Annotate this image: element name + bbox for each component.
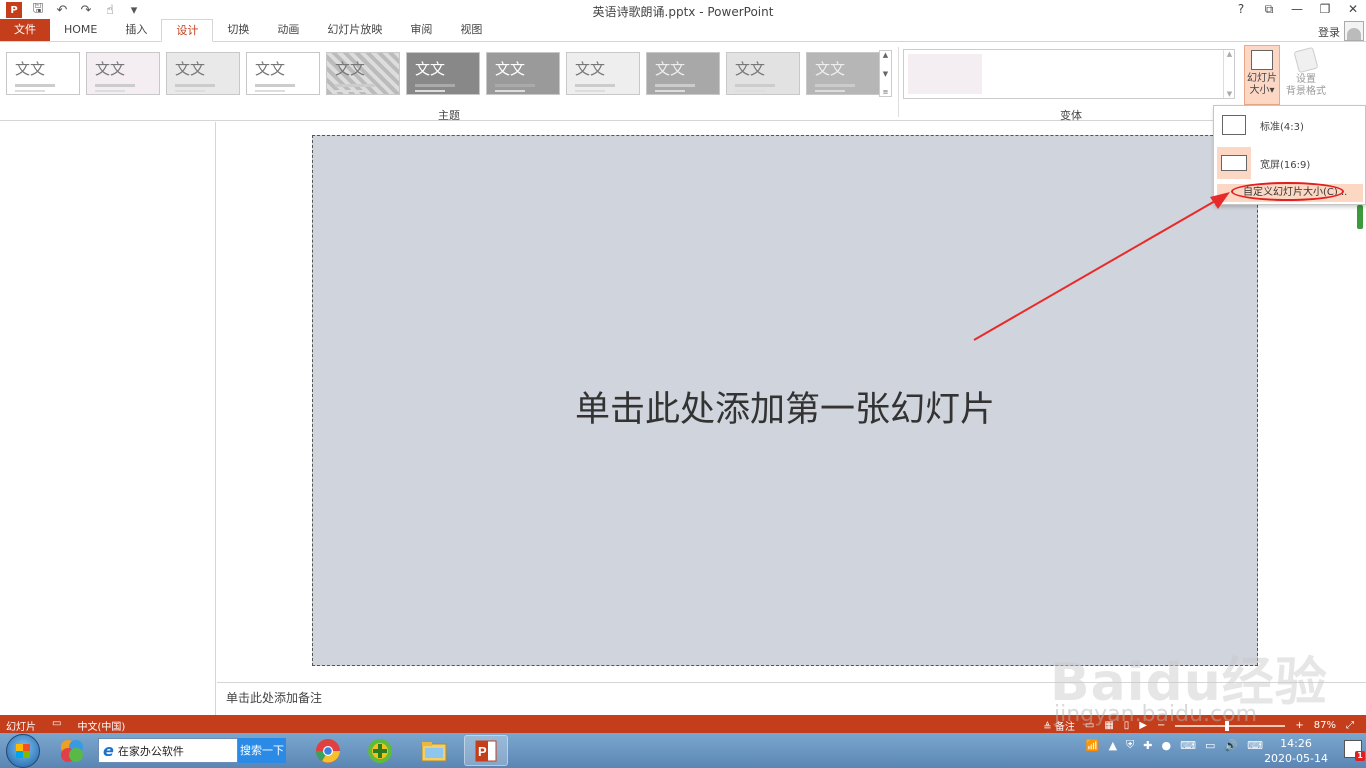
ribbon-tabs: 文件 HOME 插入 设计 切换 动画 幻灯片放映 审阅 视图 (0, 19, 1366, 42)
wifi-icon[interactable]: 📶 (1086, 739, 1100, 752)
title-bar: P 🖫 ↶ ↷ ☝ ▾ 英语诗歌朗诵.pptx - PowerPoint ? ⧉… (0, 0, 1366, 20)
search-button[interactable]: 搜索一下 (238, 738, 286, 763)
reading-view-icon[interactable]: ▯ (1124, 720, 1130, 731)
close-button[interactable]: ✕ (1346, 2, 1360, 17)
theme-thumbnail[interactable]: 文文 (406, 52, 480, 95)
normal-view-icon[interactable]: ▭ (1085, 720, 1094, 731)
variants-gallery-scroll[interactable]: ▲ ▼ (1223, 50, 1235, 98)
minimize-button[interactable]: — (1290, 2, 1304, 17)
standard-size-icon (1222, 115, 1246, 135)
volume-icon[interactable]: 🔊 (1224, 739, 1238, 752)
fit-slide-icon[interactable]: ⤢ (1346, 720, 1354, 731)
tab-home[interactable]: HOME (50, 19, 111, 41)
ie-icon: e (103, 741, 114, 760)
network-icon[interactable]: ▭ (1205, 739, 1215, 752)
restore-button[interactable]: ❐ (1318, 2, 1332, 17)
theme-thumbnail[interactable]: 文文 (806, 52, 880, 95)
scroll-indicator[interactable] (1357, 205, 1363, 229)
themes-group-label: 主题 (438, 109, 460, 122)
group-divider (898, 47, 899, 117)
pinwheel-app-icon[interactable] (50, 735, 94, 766)
chrome-icon[interactable] (306, 735, 350, 766)
zoom-slider[interactable] (1175, 720, 1286, 731)
svg-text:P: P (478, 744, 487, 759)
help-button[interactable]: ? (1234, 2, 1248, 17)
show-hidden-icon[interactable]: ▲ (1109, 739, 1117, 752)
annotation-arrow (973, 192, 1230, 341)
scroll-up-icon[interactable]: ▲ (883, 51, 888, 59)
slide-placeholder-text[interactable]: 单击此处添加第一张幻灯片 (313, 381, 1257, 432)
format-background-button[interactable]: 设置 背景格式 (1284, 45, 1328, 105)
window-title: 英语诗歌朗诵.pptx - PowerPoint (592, 5, 774, 19)
avatar[interactable] (1344, 21, 1364, 41)
tab-file[interactable]: 文件 (0, 19, 50, 41)
highlight-ellipse (1231, 182, 1344, 201)
scroll-up-icon[interactable]: ▲ (1227, 50, 1232, 58)
theme-thumbnail[interactable]: 文文 (326, 52, 400, 95)
360-security-icon[interactable] (358, 735, 402, 766)
slide-size-icon (1251, 50, 1273, 70)
tab-review[interactable]: 审阅 (396, 19, 446, 41)
shield-icon[interactable]: ⛨ (1126, 738, 1134, 752)
themes-gallery-scroll[interactable]: ▲ ▼ ≡ (879, 50, 892, 97)
tab-animations[interactable]: 动画 (263, 19, 313, 41)
language-indicator[interactable]: 中文(中国) (77, 718, 125, 733)
tab-insert[interactable]: 插入 (111, 19, 161, 41)
expand-gallery-icon[interactable]: ≡ (883, 88, 889, 96)
tab-slideshow[interactable]: 幻灯片放映 (313, 19, 396, 41)
theme-thumbnail[interactable]: 文文 (6, 52, 80, 95)
variants-gallery (903, 49, 1235, 99)
slide-indicator: 幻灯片 (6, 722, 36, 733)
theme-thumbnail[interactable]: 文文 (246, 52, 320, 95)
notification-icon[interactable]: 1 (1344, 740, 1365, 761)
theme-thumbnail[interactable]: 文文 (486, 52, 560, 95)
theme-thumbnail[interactable]: 文文 (86, 52, 160, 95)
scroll-down-icon[interactable]: ▼ (883, 70, 888, 78)
windows-taskbar: e 在家办公软件 搜索一下 P 📶 ▲ ⛨ ✚ ● ⌨ ▭ 🔊 ⌨ 14:26 … (0, 733, 1366, 768)
tab-transitions[interactable]: 切换 (213, 19, 263, 41)
ribbon-design: 文文 文文 文文 文文 文文 文文 文文 文文 文文 文文 文文 ▲ ▼ ≡ 主… (0, 43, 1366, 122)
window-controls: ? ⧉ — ❐ ✕ (1234, 2, 1360, 17)
themes-gallery: 文文 文文 文文 文文 文文 文文 文文 文文 文文 文文 文文 (6, 52, 880, 95)
tab-design[interactable]: 设计 (161, 19, 214, 42)
plus-icon[interactable]: ✚ (1143, 739, 1152, 752)
login-link[interactable]: 登录 (1318, 24, 1340, 40)
scroll-down-icon[interactable]: ▼ (1227, 90, 1232, 98)
clock[interactable]: 14:26 2020-05-14 (1264, 736, 1328, 766)
slide-size-button[interactable]: 幻灯片 大小▾ (1244, 45, 1280, 105)
zoom-out-icon[interactable]: − (1157, 720, 1165, 731)
slide-thumbnail-pane[interactable] (0, 122, 216, 715)
qq-icon[interactable]: ● (1162, 739, 1172, 752)
notes-pane[interactable]: 单击此处添加备注 (217, 682, 1366, 715)
powerpoint-taskbar-icon[interactable]: P (464, 735, 508, 766)
keyboard-icon[interactable]: ⌨ (1247, 739, 1263, 752)
widescreen-size-icon (1221, 155, 1247, 171)
zoom-in-icon[interactable]: + (1295, 720, 1303, 731)
theme-thumbnail[interactable]: 文文 (166, 52, 240, 95)
variants-group-label: 变体 (1060, 109, 1082, 122)
ribbon-display-button[interactable]: ⧉ (1262, 2, 1276, 17)
theme-thumbnail[interactable]: 文文 (646, 52, 720, 95)
menu-item-standard[interactable]: 标准(4:3) (1214, 107, 1365, 143)
notes-toggle[interactable]: ≜ 备注 (1043, 718, 1075, 733)
status-bar: 幻灯片 ▭ 中文(中国) ≜ 备注 ▭ ▦ ▯ ▶ − + 87% ⤢ (0, 715, 1366, 733)
spellcheck-icon[interactable]: ▭ (52, 718, 61, 733)
file-explorer-icon[interactable] (412, 735, 456, 766)
slideshow-icon[interactable]: ▶ (1139, 720, 1147, 731)
theme-thumbnail[interactable]: 文文 (726, 52, 800, 95)
variant-thumbnail[interactable] (908, 54, 982, 94)
slide-sorter-icon[interactable]: ▦ (1104, 720, 1113, 731)
start-button[interactable] (6, 734, 40, 768)
theme-thumbnail[interactable]: 文文 (566, 52, 640, 95)
menu-item-widescreen[interactable]: 宽屏(16:9) (1214, 145, 1365, 181)
tab-view[interactable]: 视图 (446, 19, 496, 41)
zoom-level[interactable]: 87% (1314, 720, 1336, 731)
paint-bucket-icon (1293, 46, 1319, 74)
ie-search-box[interactable]: e 在家办公软件 (98, 738, 238, 763)
notes-placeholder[interactable]: 单击此处添加备注 (226, 689, 322, 706)
input-method-icon[interactable]: ⌨ (1180, 739, 1196, 752)
